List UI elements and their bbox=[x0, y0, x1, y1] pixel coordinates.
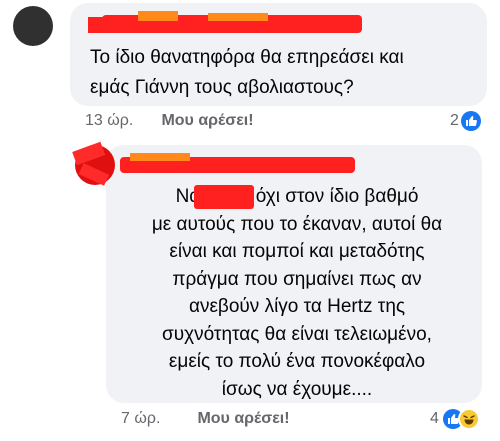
comment-bubble: Ναι αλλά όχι στον ίδιο βαθμό με αυτούς π… bbox=[106, 145, 482, 403]
comment-meta: 7 ώρ. Μου αρέσει! bbox=[121, 410, 290, 428]
redacted-author-name[interactable] bbox=[120, 153, 360, 177]
comment-bubble: Το ίδιο θανατηφόρα θα επηρεάσει και εμάς… bbox=[70, 3, 487, 106]
reaction-count: 2 bbox=[450, 112, 459, 129]
comment-time[interactable]: 13 ώρ. bbox=[85, 112, 157, 130]
comment-text: Το ίδιο θανατηφόρα θα επηρεάσει και εμάς… bbox=[90, 47, 404, 98]
reaction-summary[interactable]: 4 bbox=[430, 408, 480, 430]
like-button[interactable]: Μου αρέσει! bbox=[161, 112, 253, 129]
comment-time[interactable]: 7 ώρ. bbox=[121, 410, 193, 428]
reaction-summary[interactable]: 2 bbox=[450, 111, 481, 131]
like-icon bbox=[460, 111, 481, 131]
redacted-author-name[interactable] bbox=[88, 11, 388, 37]
reaction-count: 4 bbox=[430, 410, 439, 427]
avatar[interactable] bbox=[13, 6, 53, 46]
like-button[interactable]: Μου αρέσει! bbox=[197, 410, 289, 427]
comment-text: Ναι αλλά όχι στον ίδιο βαθμό με αυτούς π… bbox=[151, 185, 443, 400]
comment-meta: 13 ώρ. Μου αρέσει! bbox=[85, 112, 254, 130]
avatar[interactable] bbox=[70, 140, 120, 190]
redaction-mark bbox=[194, 185, 254, 209]
haha-icon bbox=[457, 408, 480, 430]
